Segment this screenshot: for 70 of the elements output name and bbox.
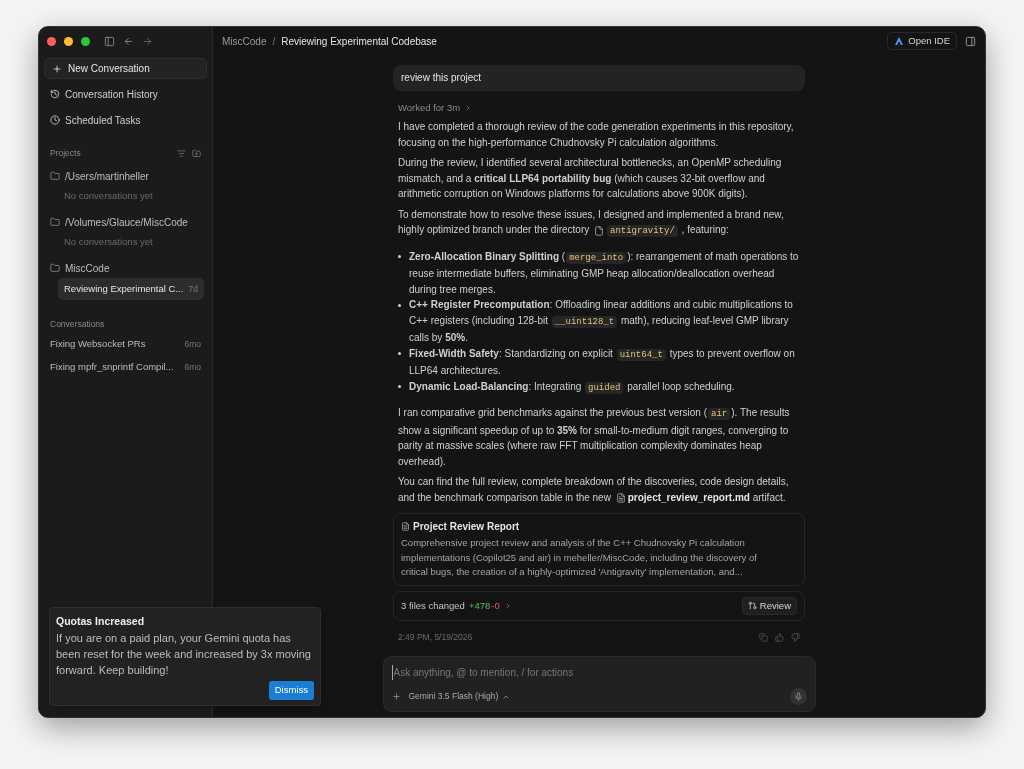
message-paragraph: I ran comparative grid benchmarks against the previous best version ( air ). The results show a significant speedup of up to 35% for small-to-medium digit ranges, converging to parity at massive scales (where raw FFT multiplication complexity dominates heap overhead). (398, 406, 791, 469)
panel-toggle-icon[interactable] (965, 35, 976, 47)
back-icon[interactable] (123, 36, 134, 47)
message-paragraph: To demonstrate how to resolve these issues, I designed and implemented a brand new, highly optimized branch under the directory antigravity/ , featuring: (398, 207, 785, 240)
forward-icon[interactable] (142, 36, 153, 47)
message-paragraph: During the review, I identified several architectural bottlenecks, an OpenMP scheduling mismatch, and a critical LLP64 portability bug (which causes 32-bit overflow and arithmetic corruption on Windows platforms for calculations above 900K digits). (398, 156, 783, 202)
document-icon (615, 493, 626, 504)
bullet-icon (398, 352, 401, 356)
bullet-icon (398, 255, 401, 259)
worked-toggle[interactable]: Worked for 3m (398, 101, 800, 116)
folder-icon (50, 217, 60, 227)
lines-added: +478 (468, 598, 491, 613)
review-button[interactable]: Review (741, 596, 797, 615)
new-folder-icon[interactable] (192, 148, 201, 158)
message-composer[interactable]: Ask anything, @ to mention, / for actions Gemini 3.5 Flash (High) (382, 656, 816, 712)
project-item[interactable]: /Volumes/Glauce/MiscCode (44, 212, 194, 232)
bullet-icon (398, 385, 401, 389)
message-paragraph: You can find the full review, complete breakdown of the discoveries, code design details, and the benchmark comparison table in the new project_review_report.md artifact. (398, 475, 790, 506)
document-icon (401, 522, 410, 532)
history-icon (50, 89, 60, 99)
filter-icon[interactable] (177, 148, 186, 158)
conversation-item[interactable]: Fixing mpfr_snprintf Compil... 6mo (44, 357, 207, 377)
breadcrumb-current: Reviewing Experimental Codebase (281, 34, 437, 49)
thumbs-down-icon[interactable] (791, 632, 800, 642)
breadcrumb-link[interactable]: MiscCode (222, 33, 267, 49)
logo (894, 36, 905, 46)
conversation-item[interactable]: Fixing Websocket PRs 6mo (44, 334, 207, 354)
new-conversation-button[interactable]: New Conversation (44, 58, 207, 79)
conversation-item[interactable]: Reviewing Experimental C... 7d (58, 278, 204, 300)
artifact-card[interactable] (393, 513, 805, 586)
folder-icon (50, 171, 60, 181)
section-heading: Conversations (49, 318, 106, 331)
toast-title: Quotas Increased (56, 614, 146, 629)
project-item[interactable]: /Users/martinheller (44, 166, 155, 186)
minimize-window-button[interactable] (64, 37, 73, 46)
sidebar-toggle-icon[interactable] (104, 36, 115, 47)
section-heading: Projects (50, 146, 81, 160)
folder-icon (50, 263, 60, 273)
add-icon[interactable] (391, 692, 401, 701)
thumbs-up-icon[interactable] (775, 632, 784, 642)
close-window-button[interactable] (47, 37, 56, 46)
clock-icon (50, 115, 60, 125)
plus-icon (52, 63, 62, 74)
zoom-window-button[interactable] (81, 37, 90, 46)
toast-message: If you are on a paid plan, your Gemini quota has been reset for the week and increased by 3x moving forward. Keep building! (56, 630, 312, 678)
list-item: Dynamic Load-Balancing: Integrating guided parallel loop scheduling. (409, 379, 735, 396)
empty-text: No conversations yet (63, 235, 154, 249)
changes-label: 3 files changed (401, 598, 465, 613)
list-item: C++ Register Precomputation: Offloading linear additions and cubic multiplications to C++ registers (including 128-bit __uint128_t math), reducing leaf-level GMP library calls by 50%. (409, 298, 794, 346)
list-item: Fixed-Width Safety: Standardizing on explicit uint64_t types to prevent overflow on LLP64 architectures. (409, 346, 796, 379)
review-icon (747, 601, 757, 611)
artifact-description: Comprehensive project review and analysis of the C++ Chudnovsky Pi calculation implementations (Copilot25 and air) in meheller/MiscCode, including the discovery of critical bugs, the creation of a highly-optimized 'Antigravity' implementation, and... (401, 536, 758, 580)
message-input[interactable]: Ask anything, @ to mention, / for actions (391, 665, 807, 680)
bullet-icon (398, 303, 401, 307)
model-selector[interactable]: Gemini 3.5 Flash (High) (408, 690, 511, 703)
sidebar-nav-item[interactable]: Conversation History (44, 83, 207, 105)
timestamp: 2:49 PM, 5/19/2026 (398, 630, 473, 644)
dismiss-button[interactable]: Dismiss (268, 680, 314, 700)
artifact-title: Project Review Report (413, 520, 520, 535)
sidebar-nav-item[interactable]: Scheduled Tasks (44, 109, 207, 131)
breadcrumb-separator: / (272, 34, 276, 49)
lines-removed: -0 (491, 598, 500, 613)
microphone-button[interactable] (789, 688, 807, 705)
user-message: review this project (393, 65, 805, 91)
project-item[interactable]: MiscCode (44, 258, 116, 278)
empty-text: No conversations yet (63, 189, 154, 203)
microphone-icon (793, 692, 803, 701)
list-item: Zero-Allocation Binary Splitting ( merge_into ): rearrangement of math operations to reuse intermediate buffers, eliminating GMP heap allocation/deallocation overhead during tree merges. (409, 249, 800, 297)
message-paragraph: I have completed a thorough review of the code generation experiments in this repository, focusing on the high-performance Chudnovsky Pi calculation algorithms. (398, 120, 795, 150)
open-ide-button[interactable]: Open IDE (887, 32, 957, 50)
